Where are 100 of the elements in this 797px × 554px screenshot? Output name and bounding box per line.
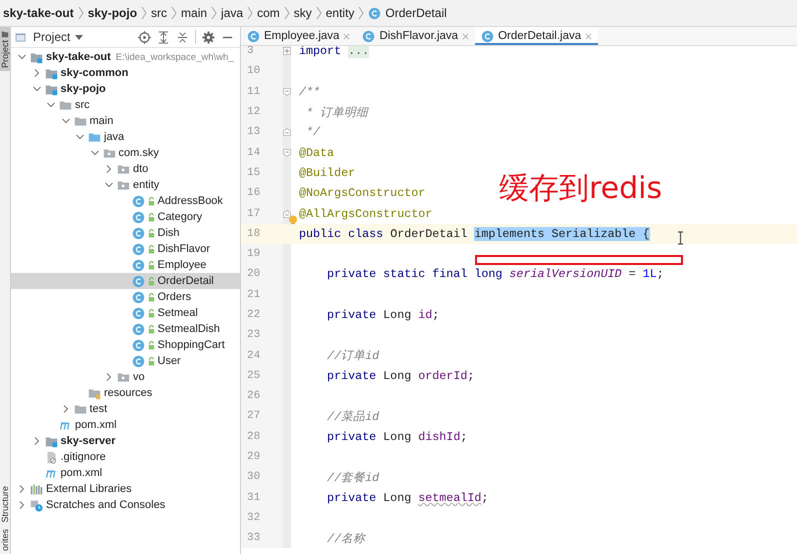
- tool-window-tab[interactable]: orites: [0, 526, 10, 554]
- line-number: 3: [246, 46, 255, 60]
- fold-icon[interactable]: [283, 47, 291, 56]
- line-number: 11: [246, 84, 262, 100]
- tree-item[interactable]: main: [11, 113, 240, 129]
- chevron-icon[interactable]: [17, 500, 27, 510]
- breadcrumb-item[interactable]: sky: [294, 6, 312, 20]
- chevron-icon: [171, 6, 178, 20]
- tree-item[interactable]: ShoppingCart: [11, 337, 240, 353]
- tree-item[interactable]: pom.xml: [11, 465, 240, 481]
- breadcrumb-item[interactable]: src: [151, 6, 168, 20]
- package-icon: [117, 162, 130, 176]
- code-line: private Long id;: [326, 308, 440, 322]
- chevron-icon: [316, 6, 322, 20]
- module-icon: [30, 50, 43, 64]
- code-line: @Data: [299, 146, 334, 160]
- chevron-icon[interactable]: [46, 100, 56, 110]
- tree-item[interactable]: OrderDetail: [11, 273, 240, 289]
- class-icon: [481, 30, 494, 42]
- tree-item[interactable]: Dish: [11, 225, 240, 241]
- editor-tab[interactable]: Employee.java: [241, 27, 356, 45]
- tree-item[interactable]: resources: [11, 385, 240, 401]
- breadcrumb-item[interactable]: sky-pojo: [88, 6, 138, 20]
- tree-item[interactable]: Scratches and Consoles: [11, 497, 240, 513]
- tree-item[interactable]: sky-common: [11, 65, 240, 81]
- tree-item[interactable]: sky-take-out E:\idea_workspace_wh\wh_: [11, 49, 240, 65]
- code-line: import ...: [299, 46, 370, 58]
- breadcrumb-item[interactable]: main: [181, 6, 208, 20]
- annotation-text: 缓存到redis: [499, 170, 662, 208]
- line-number: 24: [246, 348, 262, 364]
- tree-item[interactable]: java: [11, 129, 240, 145]
- class-icon: [132, 322, 144, 336]
- breadcrumb-item[interactable]: java: [221, 6, 244, 20]
- chevron-icon[interactable]: [32, 84, 42, 94]
- tree-item[interactable]: test: [11, 401, 240, 417]
- chevron-icon[interactable]: [17, 484, 27, 494]
- breadcrumb-item[interactable]: entity: [326, 6, 354, 20]
- tree-item[interactable]: .gitignore: [11, 449, 240, 465]
- tree-item[interactable]: DishFlavor: [11, 241, 240, 257]
- tree-item[interactable]: Orders: [11, 289, 240, 305]
- breadcrumb-item[interactable]: sky-take-out: [3, 6, 74, 20]
- code-line: @NoArgsConstructor: [299, 186, 426, 200]
- chevron-icon: [78, 6, 84, 20]
- tree-item[interactable]: entity: [11, 177, 240, 193]
- line-number: 27: [246, 409, 262, 424]
- fold-icon[interactable]: [283, 210, 291, 218]
- chevron-icon[interactable]: [17, 52, 27, 62]
- tree-item[interactable]: com.sky: [11, 145, 240, 161]
- lock-icon: [148, 212, 154, 222]
- locate-icon[interactable]: [138, 30, 151, 44]
- code-line: @AllArgsConstructor: [299, 206, 432, 221]
- chevron-icon[interactable]: [60, 404, 70, 414]
- expand-all-icon[interactable]: [157, 30, 170, 44]
- line-number: 13: [246, 125, 262, 140]
- fold-icon[interactable]: [283, 148, 291, 157]
- lock-icon: [148, 276, 154, 286]
- class-icon: [132, 226, 144, 240]
- tool-window-tab[interactable]: Project: [0, 27, 10, 72]
- tree-item[interactable]: sky-pojo: [11, 81, 240, 97]
- chevron-icon[interactable]: [32, 436, 42, 446]
- chevron-icon[interactable]: [104, 164, 114, 174]
- tree-item[interactable]: AddressBook: [11, 193, 240, 209]
- fold-icon[interactable]: [283, 128, 291, 136]
- chevron-icon[interactable]: [90, 148, 100, 158]
- lock-icon: [148, 308, 154, 318]
- tree-item[interactable]: Employee: [11, 257, 240, 273]
- chevron-icon[interactable]: [32, 68, 42, 78]
- editor-tab[interactable]: DishFlavor.java: [356, 27, 476, 45]
- collapse-all-icon[interactable]: [176, 30, 189, 44]
- view-dropdown[interactable]: Project: [33, 30, 84, 44]
- close-icon[interactable]: [585, 32, 592, 40]
- chevron-icon: [247, 6, 254, 20]
- line-number: 12: [246, 105, 262, 120]
- chevron-icon[interactable]: [104, 180, 114, 190]
- tree-item[interactable]: Setmeal: [11, 305, 240, 321]
- breadcrumb-item[interactable]: com: [257, 6, 280, 20]
- fold-icon[interactable]: [283, 88, 291, 96]
- line-number: 25: [246, 368, 262, 384]
- class-icon: [368, 6, 382, 20]
- chevron-icon[interactable]: [104, 372, 114, 382]
- lock-icon: [148, 324, 154, 334]
- settings-icon[interactable]: [202, 30, 215, 44]
- class-icon: [132, 194, 144, 208]
- chevron-icon[interactable]: [60, 116, 70, 126]
- breadcrumb-item[interactable]: OrderDetail: [385, 6, 447, 20]
- chevron-icon[interactable]: [75, 132, 85, 142]
- line-number: 31: [246, 490, 262, 506]
- tree-item[interactable]: pom.xml: [11, 417, 240, 433]
- tree-item[interactable]: src: [11, 97, 240, 113]
- line-number: 33: [246, 531, 262, 546]
- tree-item[interactable]: Category: [11, 209, 240, 225]
- tool-window-tab[interactable]: Structure: [0, 483, 10, 526]
- tree-item[interactable]: dto: [11, 161, 240, 177]
- tree-item[interactable]: External Libraries: [11, 481, 240, 497]
- tree-item[interactable]: User: [11, 353, 240, 369]
- editor-tab[interactable]: OrderDetail.java: [475, 27, 598, 45]
- tree-item[interactable]: vo: [11, 369, 240, 385]
- tree-item[interactable]: sky-server: [11, 433, 240, 449]
- class-icon: [132, 258, 144, 272]
- tree-item[interactable]: SetmealDish: [11, 321, 240, 337]
